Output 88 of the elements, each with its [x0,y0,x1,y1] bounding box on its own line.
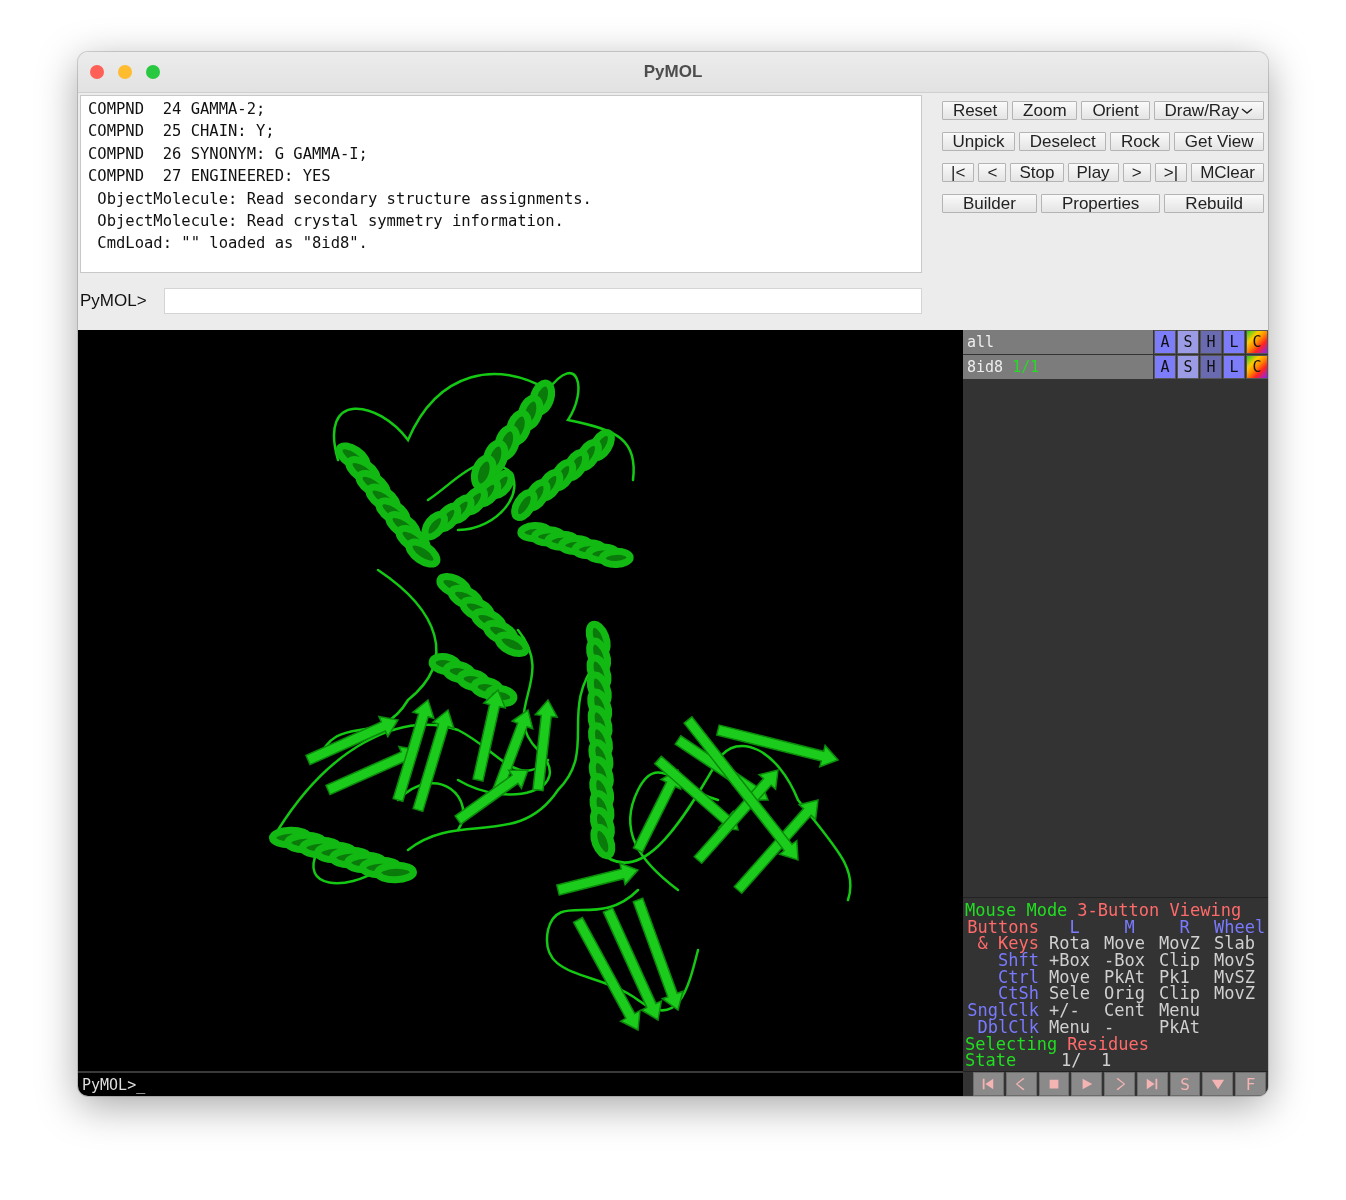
last-frame-icon[interactable] [1145,1077,1160,1091]
first-frame-icon[interactable] [981,1077,996,1091]
console-line: COMPND 27 ENGINEERED: YES [88,166,331,188]
toolbar-button[interactable]: Zoom [1012,101,1078,120]
minimize-button[interactable] [118,65,132,79]
binding-cell-text: PkAt [1158,1018,1201,1036]
binding-cell-text: Pk1 [1158,968,1190,986]
toolbar-button[interactable]: Play [1067,163,1119,182]
binding-cell-text: MovZ [1213,985,1256,1003]
mouse-mode-label: Mouse Mode [965,901,1068,919]
console-line: ObjectMolecule: Read secondary structure assignments. [96,188,592,210]
object-name-button[interactable]: all [963,330,1153,354]
toolbar-button[interactable]: Reset [942,101,1009,120]
toolbar-button[interactable]: Rebuild [1164,194,1264,213]
binding-cell-text: L [1069,918,1080,936]
binding-row-label: & Keys [976,935,1040,953]
binding-row-label: CtSh [998,985,1040,1003]
binding-cell-text: Clip [1158,952,1201,969]
toolbar-button[interactable]: >| [1154,163,1188,182]
binding-row-label: SnglClk [966,1002,1040,1019]
object-menu-button[interactable]: A [1154,330,1176,354]
binding-cell-text: M [1124,918,1135,936]
state-current: 1/ [1061,1052,1083,1069]
object-menu-button[interactable]: C [1246,355,1268,379]
binding-cell-text: Rota [1048,935,1091,953]
toolbar-button[interactable]: Unpick [942,132,1016,151]
binding-cell-text: MovS [1213,952,1256,969]
command-input[interactable] [164,288,922,314]
binding-cell-text: Menu [1049,1018,1090,1036]
selecting-value[interactable]: Residues [1067,1035,1149,1053]
toolbar-button[interactable]: Stop [1010,163,1064,182]
zoom-button[interactable] [146,65,160,79]
binding-row-label: Shft [997,952,1040,969]
console-line: COMPND 24 GAMMA-2; [88,99,266,120]
binding-row-label: DblClk [977,1018,1039,1036]
binding-row-label: Ctrl [997,968,1040,986]
close-button[interactable] [90,65,104,79]
binding-cell-text: Clip [1158,985,1201,1003]
caret-icon [1241,106,1254,115]
binding-cell-text: Move [1048,968,1091,986]
object-menu-button[interactable]: H [1200,330,1222,354]
state-label: State [965,1052,1017,1069]
toolbar-button[interactable]: Rock [1110,132,1171,151]
binding-cell-text: MvSZ [1213,968,1256,986]
object-menu-button[interactable]: S [1177,355,1199,379]
binding-cell-text: Cent [1103,1002,1146,1019]
console-line: COMPND 26 SYNONYM: G GAMMA-I; [88,143,368,165]
object-menu-button[interactable]: L [1223,330,1245,354]
mouse-mode-value[interactable]: 3-Button Viewing [1077,901,1242,919]
toolbar-button[interactable]: Get View [1174,132,1264,151]
binding-cell-text: Move [1103,935,1146,953]
object-name-button[interactable]: 8id8 1/1 [963,355,1153,379]
binding-cell-text: MovZ [1158,935,1201,953]
binding-cell-text: +/- [1048,1002,1080,1019]
toolbar-button[interactable]: Deselect [1019,132,1107,151]
console-line: ObjectMolecule: Read crystal symmetry information. [96,211,564,233]
binding-cell-text: Sele [1048,985,1091,1003]
object-menu-button[interactable]: C [1246,330,1268,354]
toolbar-button[interactable]: Orient [1081,101,1150,120]
object-menu-button[interactable]: A [1154,355,1176,379]
object-menu-button[interactable]: S [1177,330,1199,354]
console-line: CmdLoad: "" loaded as "8id8". [96,233,368,255]
binding-cell-text: +Box [1048,952,1091,969]
binding-cell-text: Orig [1103,985,1146,1003]
binding-cell-text: -Box [1103,952,1146,969]
binding-cell-text: Wheel [1214,918,1265,936]
binding-row-label: Buttons [966,918,1040,936]
object-menu-button[interactable]: H [1200,355,1222,379]
command-prompt: PyMOL> [80,291,148,311]
viewer-command-line[interactable]: PyMOL>_ [82,1075,146,1094]
console-line: COMPND 25 CHAIN: Y; [88,121,275,143]
selecting-label: Selecting [965,1035,1058,1053]
binding-cell-text: - [1104,1018,1115,1036]
toolbar-button[interactable]: MClear [1191,163,1264,182]
toolbar-button[interactable]: |< [942,163,975,182]
toolbar-button[interactable]: Draw/Ray [1153,101,1264,120]
toolbar-button[interactable]: Properties [1040,194,1161,213]
object-menu-button[interactable]: L [1223,355,1245,379]
toolbar-button[interactable]: > [1122,163,1151,182]
binding-cell-text: R [1179,918,1190,936]
binding-cell-text: Slab [1213,935,1256,953]
toolbar-button[interactable]: Builder [942,194,1037,213]
binding-cell-text: PkAt [1103,968,1146,986]
window-title: PyMOL [643,62,703,82]
state-total: 1 [1101,1052,1112,1069]
triangle-down-icon[interactable] [1210,1077,1225,1091]
binding-cell-text: Menu [1158,1002,1201,1019]
toolbar-button[interactable]: < [978,163,1007,182]
